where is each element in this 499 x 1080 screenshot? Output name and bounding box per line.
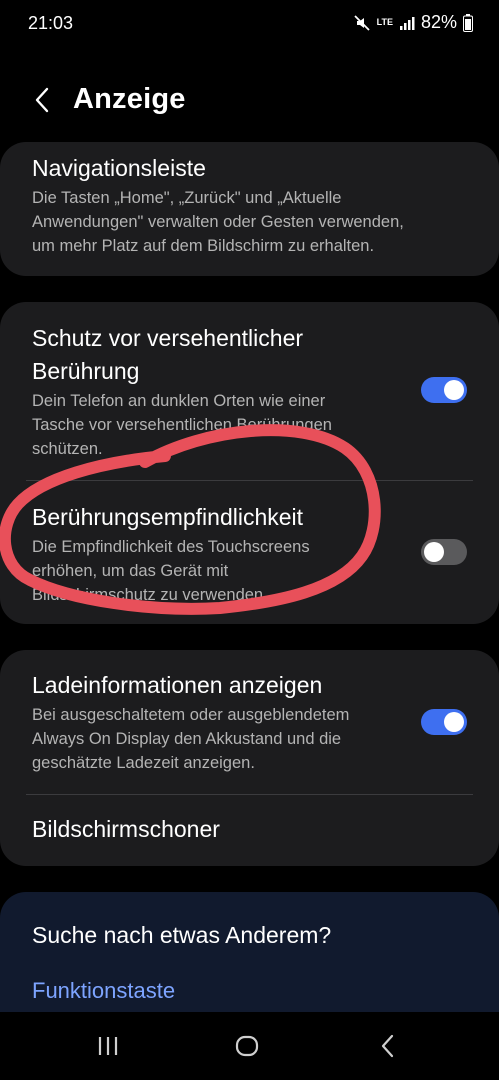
signal-icon (399, 15, 415, 31)
accidental-touch-desc-line3: schützen. (32, 440, 103, 458)
toggle-knob (424, 542, 444, 562)
charging-info-desc-line1: Bei ausgeschaltetem oder ausgeblendetem (32, 706, 350, 724)
status-time: 21:03 (28, 13, 74, 33)
mute-icon (353, 14, 371, 32)
navigation-bar-desc-line2: Anwendungen" verwalten oder Gesten verwe… (32, 213, 404, 231)
settings-card-navigation: Navigationsleiste Die Tasten „Home", „Zu… (0, 142, 499, 276)
home-icon (235, 1035, 259, 1057)
toggle-knob (444, 712, 464, 732)
toggle-knob (444, 380, 464, 400)
navigation-bar-item[interactable]: Navigationsleiste Die Tasten „Home", „Zu… (0, 142, 499, 276)
touch-sensitivity-desc-line3: Bildschirmschutz zu verwenden. (32, 586, 268, 604)
back-button[interactable] (24, 82, 60, 118)
accidental-touch-item[interactable]: Schutz vor versehentlicher Berührung Dei… (0, 302, 499, 480)
settings-card-touch: Schutz vor versehentlicher Berührung Dei… (0, 302, 499, 624)
touch-sensitivity-toggle[interactable] (421, 539, 467, 565)
battery-icon (463, 13, 473, 32)
navigation-bar-title: Navigationsleiste (32, 155, 206, 181)
settings-card-display-extras: Ladeinformationen anzeigen Bei ausgescha… (0, 650, 499, 866)
accidental-touch-desc-line1: Dein Telefon an dunklen Orten wie einer (32, 392, 326, 410)
status-bar: 21:03 LTE 82% (0, 0, 499, 48)
accidental-touch-desc-line2: Tasche vor versehentlichen Berührungen (32, 416, 332, 434)
charging-info-desc-line2: Always On Display den Akkustand und die (32, 730, 342, 748)
home-button[interactable] (227, 1030, 267, 1062)
battery-percent: 82% (420, 12, 457, 32)
screensaver-item[interactable]: Bildschirmschoner (0, 795, 499, 866)
screensaver-title: Bildschirmschoner (32, 816, 220, 842)
suggestions-title: Suche nach etwas Anderem? (32, 922, 332, 948)
back-icon (381, 1034, 394, 1058)
accidental-touch-toggle[interactable] (421, 377, 467, 403)
accidental-touch-title-line1: Schutz vor versehentlicher (32, 325, 304, 351)
charging-info-toggle[interactable] (421, 709, 467, 735)
system-nav-bar (0, 1012, 499, 1080)
recents-button[interactable] (88, 1030, 128, 1062)
touch-sensitivity-desc-line2: erhöhen, um das Gerät mit (32, 562, 229, 580)
recents-icon (98, 1037, 118, 1055)
accidental-touch-title-line2: Berührung (32, 358, 140, 384)
chevron-left-icon (35, 87, 49, 113)
page-title: Anzeige (73, 83, 186, 115)
touch-sensitivity-desc-line1: Die Empfindlichkeit des Touchscreens (32, 538, 310, 556)
navigation-bar-desc-line3: um mehr Platz auf dem Bildschirm zu erha… (32, 237, 375, 255)
touch-sensitivity-item[interactable]: Berührungsempfindlichkeit Die Empfindlic… (0, 481, 499, 624)
network-type: LTE (376, 17, 393, 27)
side-key-link[interactable]: Funktionstaste (32, 978, 175, 1004)
lte-icon: LTE (377, 18, 393, 27)
nav-back-button[interactable] (368, 1030, 408, 1062)
charging-info-desc-line3: geschätzte Ladezeit anzeigen. (32, 754, 255, 772)
navigation-bar-desc-line1: Die Tasten „Home", „Zurück" und „Aktuell… (32, 189, 342, 207)
page-header: Anzeige (0, 74, 499, 128)
status-icons: LTE 82% (353, 12, 473, 33)
charging-info-title: Ladeinformationen anzeigen (32, 672, 323, 698)
charging-info-item[interactable]: Ladeinformationen anzeigen Bei ausgescha… (0, 650, 499, 794)
touch-sensitivity-title: Berührungsempfindlichkeit (32, 504, 304, 530)
